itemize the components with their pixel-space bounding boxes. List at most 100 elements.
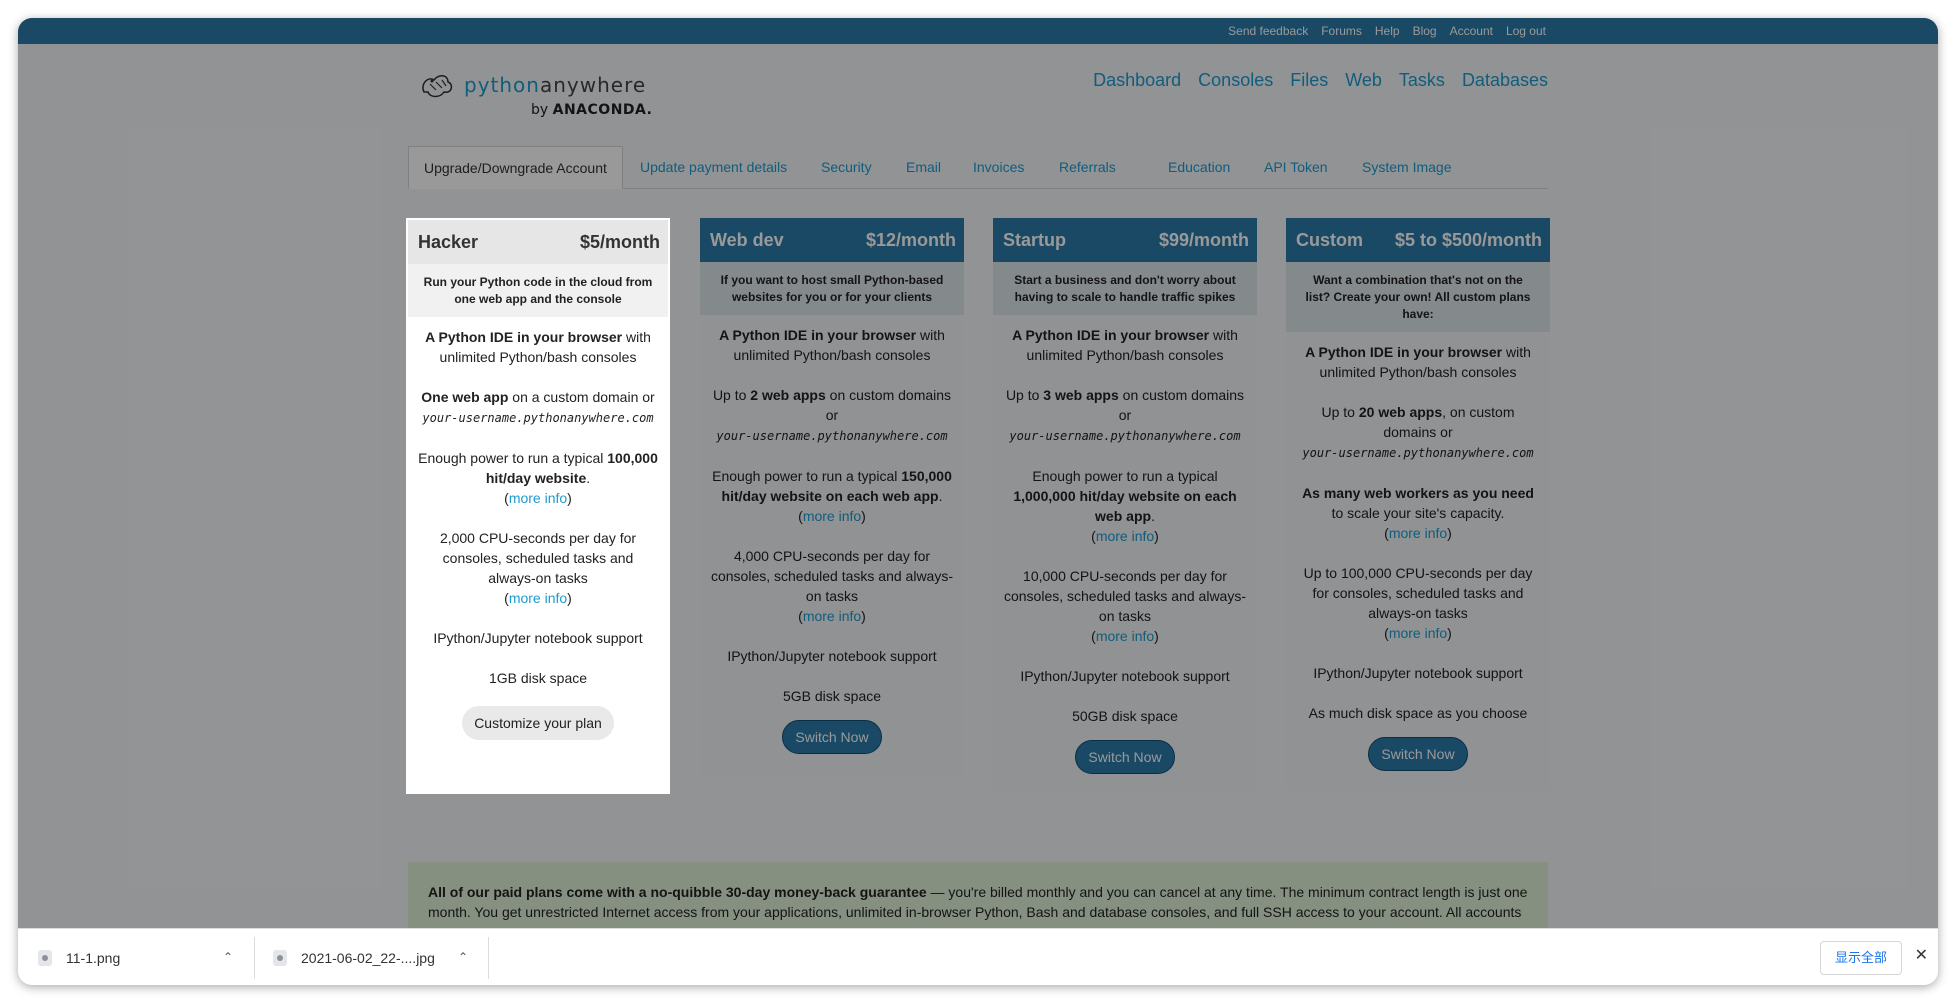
feature-web-apps: Up to 20 web apps, on custom domains or y… <box>1302 404 1534 460</box>
plan-tagline: Want a combination that's not on the lis… <box>1286 262 1550 332</box>
tab-upgrade-downgrade[interactable]: Upgrade/Downgrade Account <box>408 146 623 189</box>
nav-files[interactable]: Files <box>1290 70 1328 91</box>
tab-system-image[interactable]: System Image <box>1362 146 1451 188</box>
nav-consoles[interactable]: Consoles <box>1198 70 1273 91</box>
main-nav: Dashboard Consoles Files Web Tasks Datab… <box>1093 70 1548 91</box>
help-link[interactable]: Help <box>1375 24 1400 38</box>
plan-features: A Python IDE in your browser with unlimi… <box>700 315 964 754</box>
plan-card-webdev: Web dev $12/month If you want to host sm… <box>700 218 964 774</box>
more-info-link[interactable]: more info <box>1096 528 1154 544</box>
tab-email[interactable]: Email <box>906 146 941 188</box>
tab-api-token[interactable]: API Token <box>1264 146 1328 188</box>
feature-cpu: 10,000 CPU-seconds per day for consoles,… <box>1003 568 1247 644</box>
more-info-link[interactable]: more info <box>1389 525 1447 541</box>
feature-cpu: 4,000 CPU-seconds per day for consoles, … <box>710 548 954 624</box>
image-file-icon <box>273 949 287 966</box>
download-item[interactable]: 2021-06-02_22-....jpg <box>273 929 435 985</box>
logo-byline: by ANACONDA. <box>531 102 653 118</box>
plan-price: $5/month <box>579 231 660 252</box>
show-all-button[interactable]: 显示全部 <box>1819 941 1902 975</box>
plan-tagline: If you want to host small Python-based w… <box>700 262 964 315</box>
plan-header: Startup $99/month <box>993 218 1257 262</box>
plan-name: Hacker <box>418 231 479 252</box>
feature-ide: A Python IDE in your browser with unlimi… <box>1305 344 1531 380</box>
send-feedback-link[interactable]: Send feedback <box>1228 24 1308 38</box>
customize-plan-button[interactable]: Customize your plan <box>462 706 614 740</box>
chevron-up-icon[interactable]: ⌃ <box>223 950 233 964</box>
plan-card-hacker: Hacker $5/month Run your Python code in … <box>406 218 670 794</box>
divider <box>254 937 255 979</box>
more-info-link[interactable]: more info <box>509 490 567 506</box>
tab-update-payment[interactable]: Update payment details <box>640 146 787 188</box>
switch-now-button[interactable]: Switch Now <box>782 720 882 754</box>
divider <box>488 937 489 979</box>
plan-name: Startup <box>1003 229 1066 250</box>
plan-tagline: Start a business and don't worry about h… <box>993 262 1257 315</box>
account-link[interactable]: Account <box>1450 24 1493 38</box>
feature-cpu: 2,000 CPU-seconds per day for consoles, … <box>439 530 637 606</box>
tab-security[interactable]: Security <box>821 146 872 188</box>
nav-tasks[interactable]: Tasks <box>1399 70 1445 91</box>
more-info-link[interactable]: more info <box>509 590 567 606</box>
nav-databases[interactable]: Databases <box>1462 70 1548 91</box>
nav-web[interactable]: Web <box>1345 70 1382 91</box>
tab-education[interactable]: Education <box>1168 146 1230 188</box>
tab-referrals[interactable]: Referrals <box>1059 146 1116 188</box>
feature-jupyter: IPython/Jupyter notebook support <box>1313 665 1523 681</box>
snake-logo-icon <box>422 75 453 98</box>
more-info-link[interactable]: more info <box>803 508 861 524</box>
download-filename: 11-1.png <box>66 949 121 966</box>
logout-link[interactable]: Log out <box>1506 24 1546 38</box>
plan-card-startup: Startup $99/month Start a business and d… <box>993 218 1257 794</box>
tab-invoices[interactable]: Invoices <box>973 146 1024 188</box>
plan-header: Custom $5 to $500/month <box>1286 218 1550 262</box>
switch-now-button[interactable]: Switch Now <box>1075 740 1175 774</box>
plan-price: $12/month <box>865 229 956 250</box>
feature-power: Enough power to run a typical 150,000 hi… <box>712 468 952 524</box>
more-info-link[interactable]: more info <box>1096 628 1154 644</box>
plan-card-custom: Custom $5 to $500/month Want a combinati… <box>1286 218 1550 791</box>
feature-jupyter: IPython/Jupyter notebook support <box>433 630 643 646</box>
feature-disk: 5GB disk space <box>782 688 882 704</box>
feature-ide: A Python IDE in your browser with unlimi… <box>1012 327 1238 363</box>
download-filename: 2021-06-02_22-....jpg <box>301 949 435 966</box>
plan-name: Custom <box>1296 229 1363 250</box>
blog-link[interactable]: Blog <box>1413 24 1437 38</box>
feature-disk: 1GB disk space <box>488 670 588 686</box>
feature-power: Enough power to run a typical 1,000,000 … <box>1013 468 1237 544</box>
feature-cpu: Up to 100,000 CPU-seconds per day for co… <box>1303 565 1533 641</box>
feature-disk: 50GB disk space <box>1072 708 1178 724</box>
plan-price: $99/month <box>1158 229 1249 250</box>
chevron-up-icon[interactable]: ⌃ <box>458 950 468 964</box>
plan-header: Hacker $5/month <box>408 220 668 264</box>
plan-features: A Python IDE in your browser with unlimi… <box>1286 332 1550 771</box>
more-info-link[interactable]: more info <box>1389 625 1447 641</box>
more-info-link[interactable]: more info <box>803 608 861 624</box>
nav-dashboard[interactable]: Dashboard <box>1093 70 1181 91</box>
feature-ide: A Python IDE in your browser with unlimi… <box>425 329 651 365</box>
switch-now-button[interactable]: Switch Now <box>1368 737 1468 771</box>
close-icon[interactable]: ✕ <box>1915 945 1928 965</box>
feature-power: Enough power to run a typical 100,000 hi… <box>418 450 658 506</box>
account-tabs: Upgrade/Downgrade Account Update payment… <box>408 146 1548 189</box>
feature-power: As many web workers as you need to scale… <box>1302 485 1534 541</box>
plan-tagline: Run your Python code in the cloud from o… <box>408 264 668 317</box>
plan-features: A Python IDE in your browser with unlimi… <box>993 315 1257 774</box>
download-bar: 11-1.png ⌃ 2021-06-02_22-....jpg ⌃ 显示全部 … <box>18 928 1938 985</box>
feature-disk: As much disk space as you choose <box>1308 705 1528 721</box>
image-file-icon <box>38 949 52 966</box>
forums-link[interactable]: Forums <box>1321 24 1362 38</box>
plan-price: $5 to $500/month <box>1394 229 1542 250</box>
top-links: Send feedback Forums Help Blog Account L… <box>1228 18 1546 44</box>
feature-jupyter: IPython/Jupyter notebook support <box>1020 668 1230 684</box>
feature-jupyter: IPython/Jupyter notebook support <box>727 648 937 664</box>
browser-window: Send feedback Forums Help Blog Account L… <box>18 18 1938 985</box>
feature-web-apps: Up to 2 web apps on custom domains or you… <box>712 387 952 443</box>
top-bar: Send feedback Forums Help Blog Account L… <box>18 18 1938 44</box>
logo-wordmark: pythonanywhere <box>464 73 647 97</box>
feature-web-apps: Up to 3 web apps on custom domains or you… <box>1005 387 1245 443</box>
plan-header: Web dev $12/month <box>700 218 964 262</box>
download-item[interactable]: 11-1.png <box>38 929 120 985</box>
feature-ide: A Python IDE in your browser with unlimi… <box>719 327 945 363</box>
pythonanywhere-logo[interactable]: pythonanywhere by ANACONDA. <box>418 70 658 136</box>
